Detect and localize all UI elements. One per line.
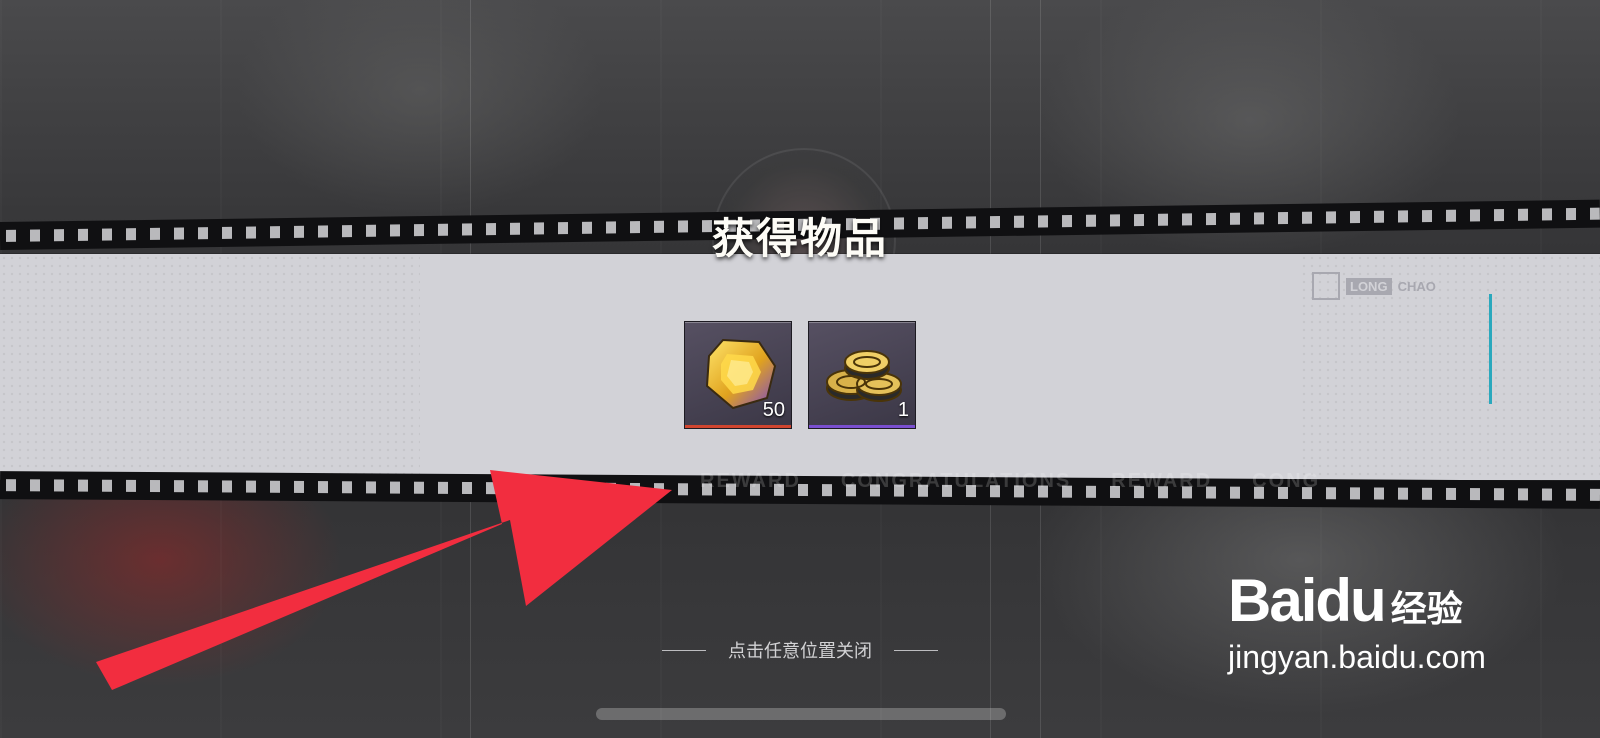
baidu-watermark: Baidu 经验 jingyan.baidu.com xyxy=(1228,566,1528,676)
watermark-url: jingyan.baidu.com xyxy=(1228,639,1486,675)
dot-pattern xyxy=(0,254,420,480)
close-hint-text: 点击任意位置关闭 xyxy=(728,641,872,662)
rarity-bar xyxy=(809,425,915,428)
hint-dash-right xyxy=(894,649,938,651)
dialog-title: 获得物品 xyxy=(711,214,888,263)
reward-items: 50 1 xyxy=(684,321,916,429)
baidu-logo-text: Bai xyxy=(1228,567,1317,634)
baidu-logo-du: du xyxy=(1315,567,1386,634)
reward-item-coins[interactable]: 1 xyxy=(808,321,916,429)
home-indicator[interactable] xyxy=(596,708,1006,720)
item-count: 50 xyxy=(762,399,785,421)
watermark-jingyan: 经验 xyxy=(1390,589,1463,630)
brand-chao: CHAO xyxy=(1397,278,1436,294)
rarity-bar xyxy=(685,425,791,428)
cyan-accent-line xyxy=(1489,294,1492,404)
background-text: REWARD CONGRATULATIONS REWARD CONG xyxy=(700,470,1321,492)
item-count: 1 xyxy=(897,399,909,421)
brand-long: LONG xyxy=(1346,277,1392,295)
reward-item-gem[interactable]: 50 xyxy=(684,321,792,429)
hint-dash-left xyxy=(662,649,706,651)
coins-icon xyxy=(826,350,902,402)
close-hint[interactable]: 点击任意位置关闭 xyxy=(640,637,960,663)
seal-icon xyxy=(1312,272,1340,300)
brand-logo: LONG CHAO xyxy=(1312,272,1436,300)
